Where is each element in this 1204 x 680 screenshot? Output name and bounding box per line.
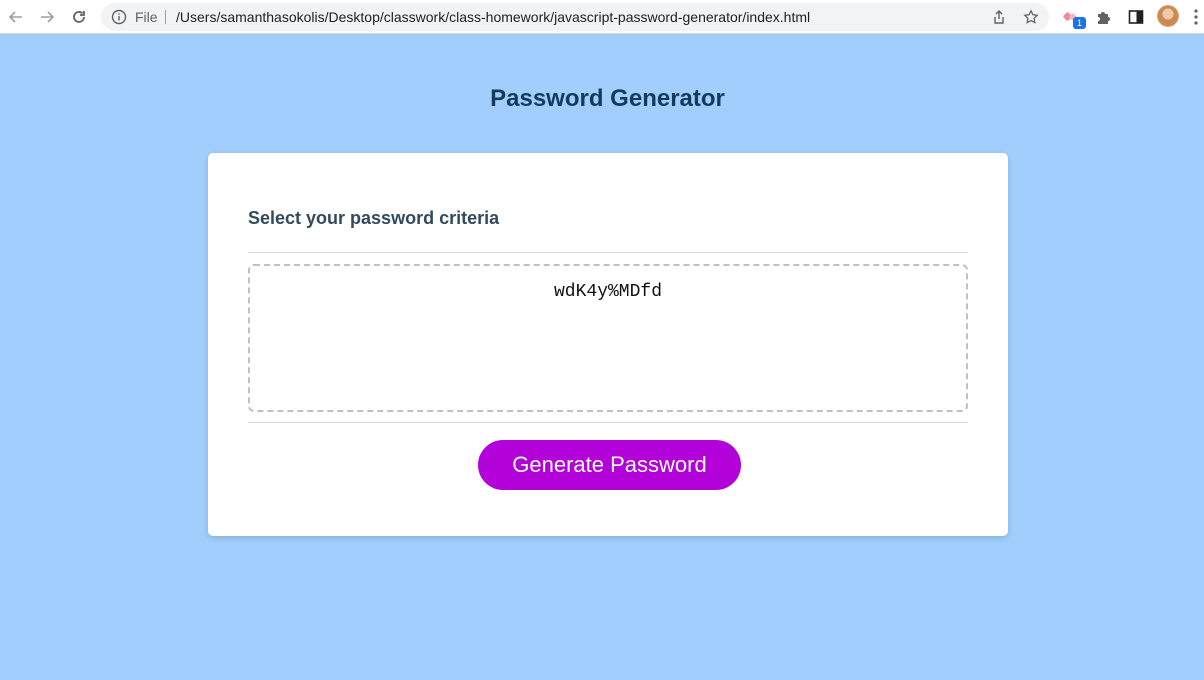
- avatar[interactable]: [1157, 5, 1179, 27]
- more-menu-icon[interactable]: [1193, 8, 1199, 26]
- divider-bottom: [248, 422, 968, 423]
- reload-button[interactable]: [65, 3, 93, 31]
- extension-badge: 1: [1073, 17, 1086, 29]
- generate-password-button[interactable]: Generate Password: [478, 440, 741, 490]
- reload-icon: [73, 11, 85, 23]
- back-button[interactable]: [2, 3, 30, 31]
- page-title: Password Generator: [490, 85, 725, 112]
- back-arrow-icon: [8, 11, 22, 23]
- omnibox-divider: [165, 10, 166, 24]
- card-header: Select your password criteria: [248, 208, 500, 228]
- password-output[interactable]: wdK4y%MDfd: [248, 264, 968, 412]
- info-icon[interactable]: [111, 9, 127, 25]
- address-bar[interactable]: File /Users/samanthasokolis/Desktop/clas…: [101, 3, 1049, 31]
- divider-top: [248, 252, 968, 253]
- scheme-label: File: [135, 9, 158, 25]
- browser-toolbar: File /Users/samanthasokolis/Desktop/clas…: [0, 0, 1204, 34]
- share-icon[interactable]: [991, 9, 1007, 25]
- puzzle-icon[interactable]: [1095, 8, 1113, 26]
- star-icon[interactable]: [1023, 9, 1039, 25]
- forward-arrow-icon: [41, 11, 55, 23]
- forward-button[interactable]: [33, 3, 61, 31]
- side-panel-icon[interactable]: [1127, 8, 1145, 26]
- url-text[interactable]: /Users/samanthasokolis/Desktop/classwork…: [176, 9, 810, 25]
- password-card: Select your password criteria wdK4y%MDfd…: [208, 153, 1008, 536]
